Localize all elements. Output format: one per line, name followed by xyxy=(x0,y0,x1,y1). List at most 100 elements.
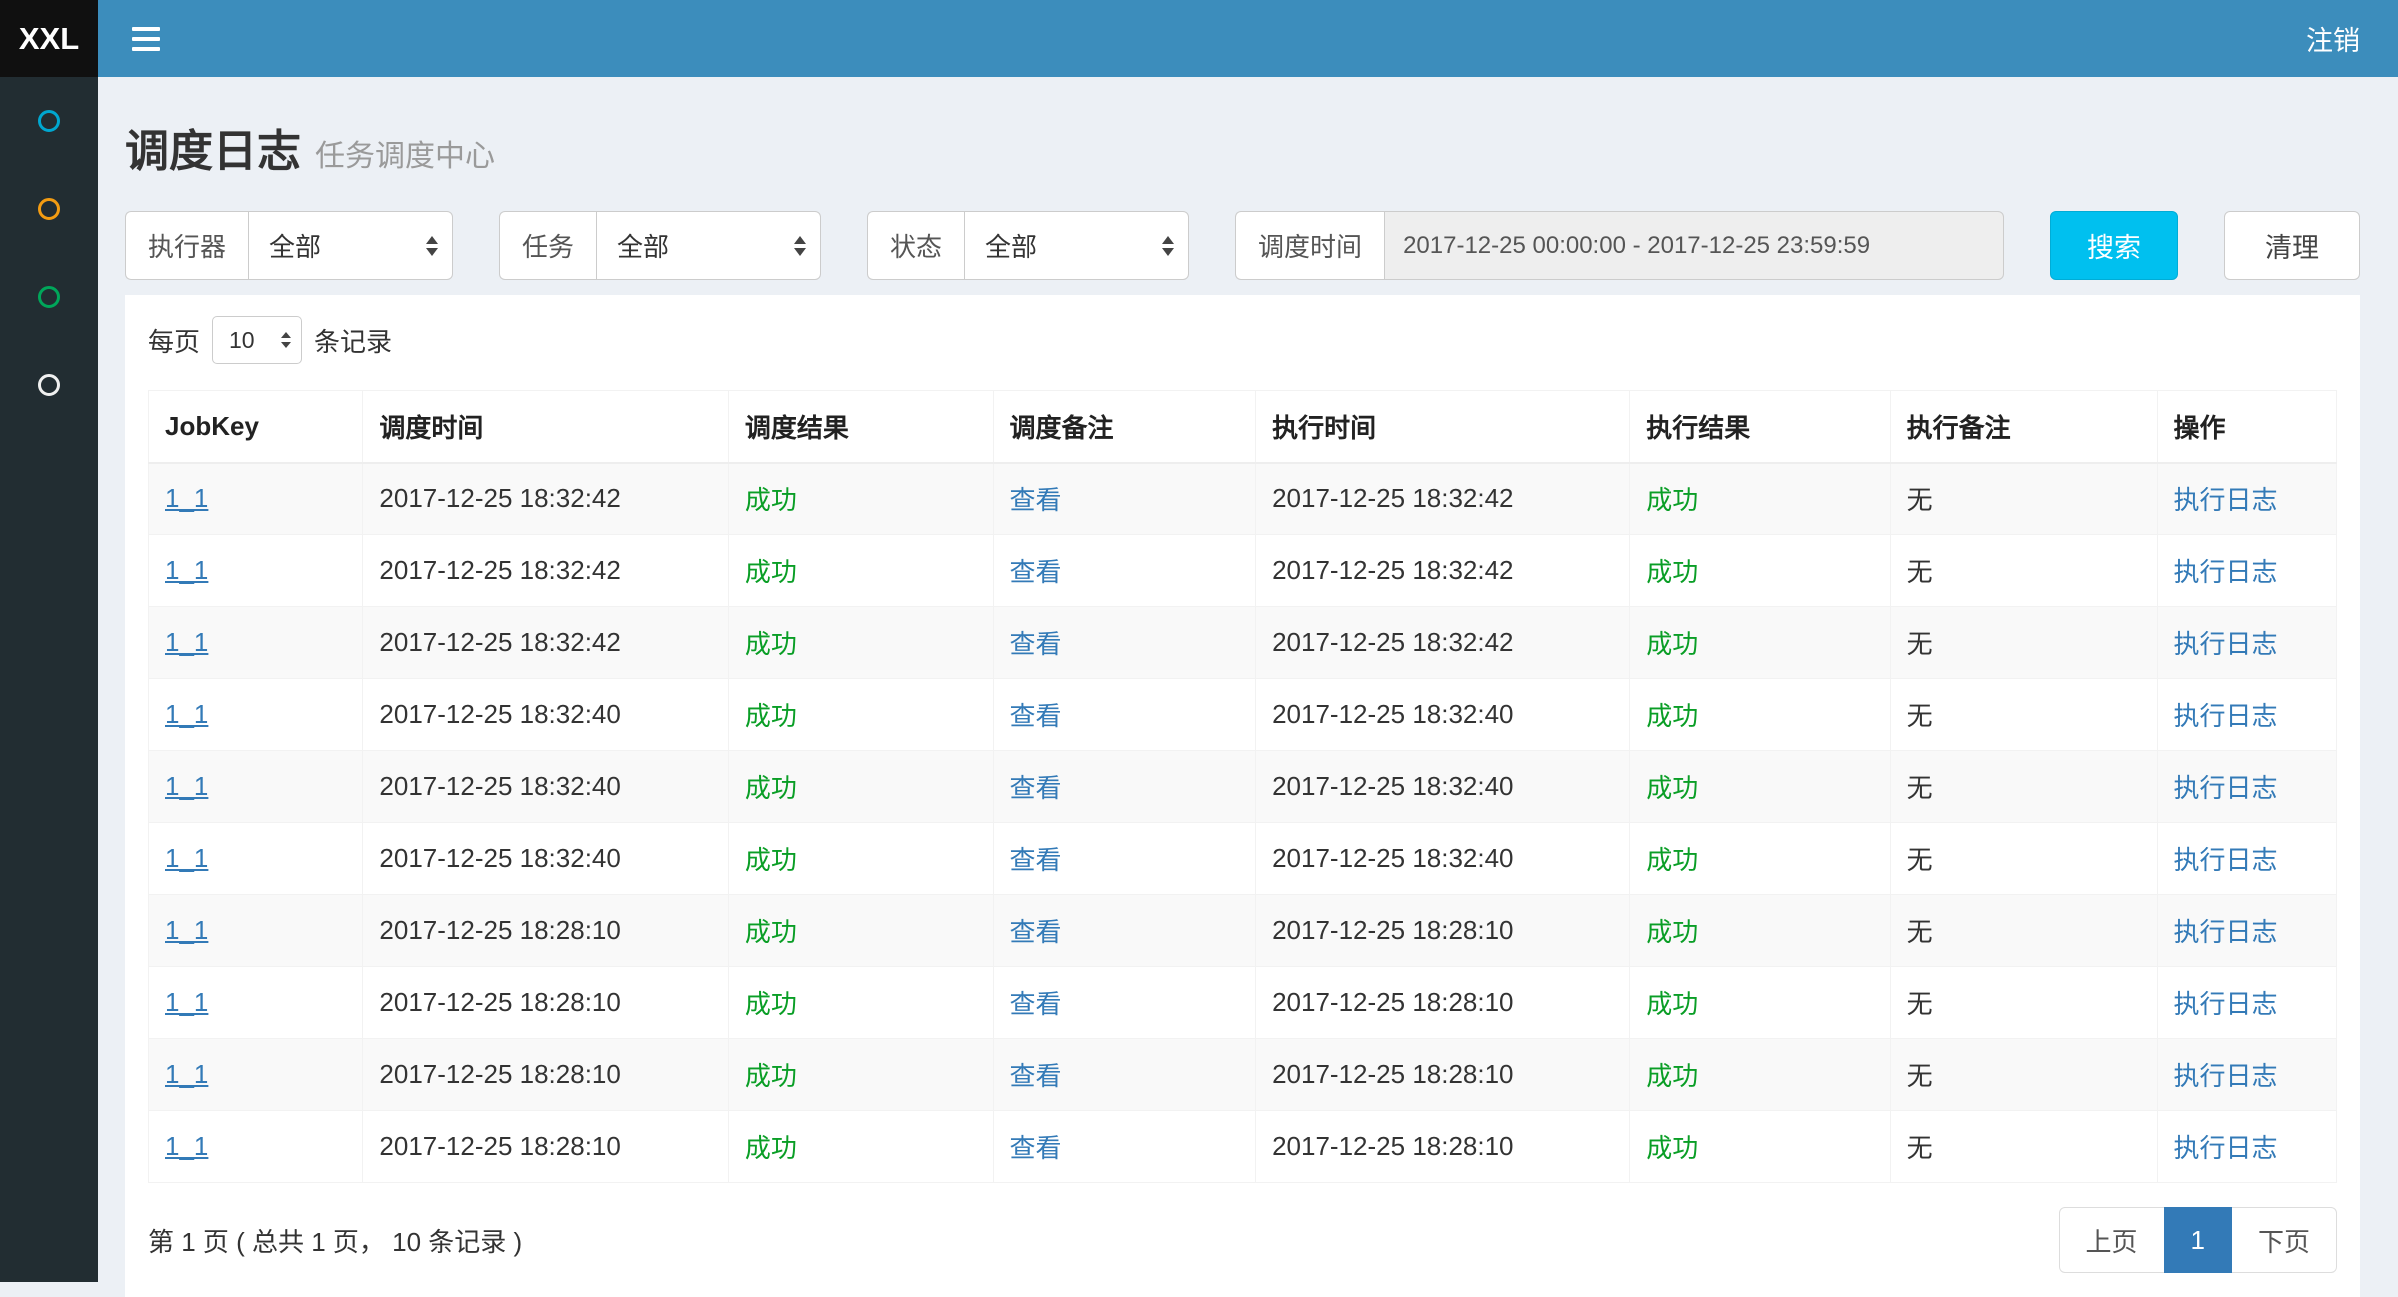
clear-button[interactable]: 清理 xyxy=(2224,211,2360,280)
exec-log-link[interactable]: 执行日志 xyxy=(2174,1133,2278,1163)
exec-time-cell: 2017-12-25 18:28:10 xyxy=(1256,1039,1630,1111)
sidebar-item-executor-manage[interactable] xyxy=(0,341,98,429)
trigger-time-cell: 2017-12-25 18:28:10 xyxy=(363,967,728,1039)
trigger-time-filter-label: 调度时间 xyxy=(1235,211,1384,280)
table-row: 1_1 2017-12-25 18:28:10 成功 查看 2017-12-25… xyxy=(149,967,2337,1039)
exec-log-link[interactable]: 执行日志 xyxy=(2174,701,2278,731)
trigger-remark-link[interactable]: 查看 xyxy=(1010,1061,1062,1091)
page-1-button[interactable]: 1 xyxy=(2164,1207,2232,1273)
table-row: 1_1 2017-12-25 18:32:40 成功 查看 2017-12-25… xyxy=(149,679,2337,751)
exec-log-link[interactable]: 执行日志 xyxy=(2174,773,2278,803)
exec-result-cell: 成功 xyxy=(1630,535,1890,607)
exec-remark-cell: 无 xyxy=(1890,463,2157,535)
exec-log-link[interactable]: 执行日志 xyxy=(2174,1061,2278,1091)
trigger-time-cell: 2017-12-25 18:32:40 xyxy=(363,823,728,895)
jobkey-link[interactable]: 1_1 xyxy=(165,1131,208,1161)
logout-link[interactable]: 注销 xyxy=(2306,19,2360,58)
trigger-result-cell: 成功 xyxy=(728,679,993,751)
exec-time-cell: 2017-12-25 18:32:40 xyxy=(1256,679,1630,751)
page-header: 调度日志 任务调度中心 xyxy=(125,115,2360,179)
jobkey-link[interactable]: 1_1 xyxy=(165,843,208,873)
sidebar-item-job-manage[interactable] xyxy=(0,165,98,253)
job-select[interactable]: 全部 xyxy=(596,211,821,280)
exec-result-cell: 成功 xyxy=(1630,751,1890,823)
table-row: 1_1 2017-12-25 18:32:42 成功 查看 2017-12-25… xyxy=(149,463,2337,535)
top-navbar: XXL 注销 xyxy=(0,0,2398,77)
page-size-prefix: 每页 xyxy=(148,322,200,359)
trigger-time-cell: 2017-12-25 18:32:40 xyxy=(363,679,728,751)
status-filter-label: 状态 xyxy=(867,211,964,280)
jobkey-link[interactable]: 1_1 xyxy=(165,483,208,513)
status-select[interactable]: 全部 xyxy=(964,211,1189,280)
trigger-time-cell: 2017-12-25 18:32:42 xyxy=(363,607,728,679)
trigger-result-cell: 成功 xyxy=(728,967,993,1039)
table-row: 1_1 2017-12-25 18:28:10 成功 查看 2017-12-25… xyxy=(149,895,2337,967)
trigger-time-cell: 2017-12-25 18:28:10 xyxy=(363,1111,728,1183)
exec-result-cell: 成功 xyxy=(1630,823,1890,895)
sidebar-menu xyxy=(0,77,98,429)
exec-log-link[interactable]: 执行日志 xyxy=(2174,845,2278,875)
trigger-remark-link[interactable]: 查看 xyxy=(1010,557,1062,587)
jobkey-link[interactable]: 1_1 xyxy=(165,699,208,729)
circle-icon xyxy=(38,286,60,308)
exec-log-link[interactable]: 执行日志 xyxy=(2174,917,2278,947)
page-size-select[interactable]: 10 xyxy=(212,316,302,364)
sidebar-toggle-button[interactable] xyxy=(128,21,164,57)
trigger-remark-link[interactable]: 查看 xyxy=(1010,485,1062,515)
exec-remark-cell: 无 xyxy=(1890,1039,2157,1111)
jobkey-link[interactable]: 1_1 xyxy=(165,771,208,801)
app-logo[interactable]: XXL xyxy=(0,0,98,77)
table-row: 1_1 2017-12-25 18:32:42 成功 查看 2017-12-25… xyxy=(149,535,2337,607)
exec-result-cell: 成功 xyxy=(1630,1111,1890,1183)
trigger-remark-link[interactable]: 查看 xyxy=(1010,1133,1062,1163)
jobkey-link[interactable]: 1_1 xyxy=(165,627,208,657)
trigger-remark-link[interactable]: 查看 xyxy=(1010,845,1062,875)
exec-result-cell: 成功 xyxy=(1630,1039,1890,1111)
log-panel: 每页 10 条记录 JobKey 调度时间 调度结果 调度备注 执行时间 执行结… xyxy=(125,295,2360,1297)
exec-log-link[interactable]: 执行日志 xyxy=(2174,989,2278,1019)
sidebar-item-dashboard[interactable] xyxy=(0,77,98,165)
exec-result-cell: 成功 xyxy=(1630,895,1890,967)
select-arrows-icon xyxy=(1162,236,1174,256)
trigger-time-range-input[interactable] xyxy=(1384,211,2004,280)
job-filter: 任务 全部 xyxy=(499,211,821,280)
exec-log-link[interactable]: 执行日志 xyxy=(2174,485,2278,515)
trigger-remark-link[interactable]: 查看 xyxy=(1010,629,1062,659)
exec-time-cell: 2017-12-25 18:32:42 xyxy=(1256,463,1630,535)
page-size-row: 每页 10 条记录 xyxy=(148,316,2337,364)
job-select-value: 全部 xyxy=(617,227,669,264)
jobkey-link[interactable]: 1_1 xyxy=(165,987,208,1017)
trigger-remark-link[interactable]: 查看 xyxy=(1010,917,1062,947)
header-exec-time: 执行时间 xyxy=(1256,391,1630,463)
trigger-time-cell: 2017-12-25 18:28:10 xyxy=(363,1039,728,1111)
exec-time-cell: 2017-12-25 18:32:40 xyxy=(1256,751,1630,823)
search-button[interactable]: 搜索 xyxy=(2050,211,2178,280)
table-row: 1_1 2017-12-25 18:32:40 成功 查看 2017-12-25… xyxy=(149,823,2337,895)
jobkey-link[interactable]: 1_1 xyxy=(165,915,208,945)
executor-select[interactable]: 全部 xyxy=(248,211,453,280)
header-jobkey: JobKey xyxy=(149,391,363,463)
trigger-result-cell: 成功 xyxy=(728,463,993,535)
log-table: JobKey 调度时间 调度结果 调度备注 执行时间 执行结果 执行备注 操作 … xyxy=(148,390,2337,1183)
header-trigger-time: 调度时间 xyxy=(363,391,728,463)
table-footer: 第 1 页 ( 总共 1 页， 10 条记录 ) 上页 1 下页 xyxy=(148,1207,2337,1273)
select-arrows-icon xyxy=(281,332,291,348)
exec-result-cell: 成功 xyxy=(1630,607,1890,679)
jobkey-link[interactable]: 1_1 xyxy=(165,555,208,585)
exec-log-link[interactable]: 执行日志 xyxy=(2174,557,2278,587)
status-filter: 状态 全部 xyxy=(867,211,1189,280)
exec-remark-cell: 无 xyxy=(1890,823,2157,895)
log-table-body: 1_1 2017-12-25 18:32:42 成功 查看 2017-12-25… xyxy=(149,463,2337,1183)
jobkey-link[interactable]: 1_1 xyxy=(165,1059,208,1089)
trigger-remark-link[interactable]: 查看 xyxy=(1010,701,1062,731)
next-page-button[interactable]: 下页 xyxy=(2231,1207,2337,1273)
exec-result-cell: 成功 xyxy=(1630,463,1890,535)
sidebar-item-job-log[interactable] xyxy=(0,253,98,341)
trigger-remark-link[interactable]: 查看 xyxy=(1010,989,1062,1019)
trigger-remark-link[interactable]: 查看 xyxy=(1010,773,1062,803)
exec-time-cell: 2017-12-25 18:32:42 xyxy=(1256,607,1630,679)
prev-page-button[interactable]: 上页 xyxy=(2059,1207,2165,1273)
exec-log-link[interactable]: 执行日志 xyxy=(2174,629,2278,659)
header-exec-result: 执行结果 xyxy=(1630,391,1890,463)
select-arrows-icon xyxy=(794,236,806,256)
